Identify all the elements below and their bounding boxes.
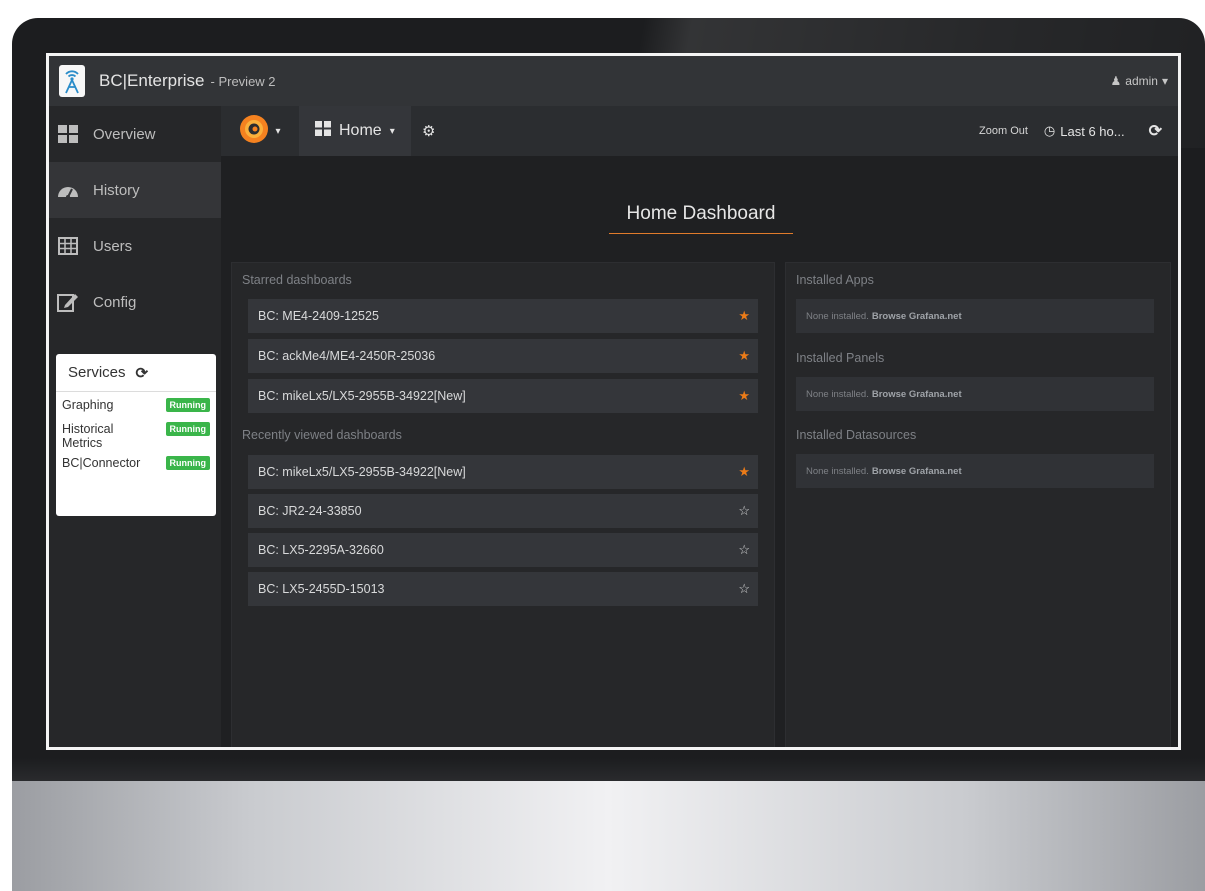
dashboard-name: BC: ackMe4/ME4-2450R-25036 xyxy=(258,349,436,363)
star-outline-icon[interactable]: ☆ xyxy=(738,581,750,597)
home-label: Home xyxy=(339,122,382,139)
zoom-out-button[interactable]: Zoom Out xyxy=(979,125,1028,137)
browse-grafana-link[interactable]: Browse Grafana.net xyxy=(872,311,962,322)
status-badge: Running xyxy=(165,422,210,436)
app-topbar: BC|Enterprise - Preview 2 ♟ admin ▾ xyxy=(49,56,1178,106)
user-menu[interactable]: ♟ admin ▾ xyxy=(1111,74,1168,88)
dashboard-main: Home Dashboard Starred dashboards BC: ME… xyxy=(221,156,1178,747)
user-icon: ♟ xyxy=(1110,74,1122,88)
dashboard-link[interactable]: BC: ME4-2409-12525 ★ xyxy=(248,299,758,333)
plugins-panel: Installed Apps None installed. Browse Gr… xyxy=(785,262,1171,747)
grafana-menu-button[interactable]: ▾ xyxy=(221,106,299,156)
dashboard-name: BC: mikeLx5/LX5-2955B-34922[New] xyxy=(258,465,466,479)
status-badge: Running xyxy=(165,456,210,470)
monitor-chin xyxy=(12,781,1205,891)
sidebar-item-history[interactable]: History xyxy=(49,162,221,218)
dashboard-gauge-icon xyxy=(57,179,79,201)
dashboard-link[interactable]: BC: mikeLx5/LX5-2955B-34922[New] ★ xyxy=(248,455,758,489)
service-row: Graphing Running xyxy=(56,392,216,416)
home-dashboard-picker[interactable]: Home ▾ xyxy=(299,106,411,156)
star-filled-icon[interactable]: ★ xyxy=(738,308,750,324)
star-filled-icon[interactable]: ★ xyxy=(738,388,750,404)
sidebar-item-label: History xyxy=(93,181,140,199)
dashboard-link[interactable]: BC: LX5-2455D-15013 ☆ xyxy=(248,572,758,606)
service-name: BC|Connector xyxy=(62,456,141,470)
sidebar-item-overview[interactable]: Overview xyxy=(49,106,221,162)
service-row: Historical Metrics Running xyxy=(56,416,210,450)
star-filled-icon[interactable]: ★ xyxy=(738,348,750,364)
page-title: Home Dashboard xyxy=(609,203,793,234)
caret-down-icon: ▾ xyxy=(275,125,281,137)
dashboard-link[interactable]: BC: mikeLx5/LX5-2955B-34922[New] ★ xyxy=(248,379,758,413)
time-range-picker[interactable]: ◷ Last 6 ho... xyxy=(1044,123,1125,139)
dashboard-navbar: ▾ Home ▾ ⚙ Zoom Out ◷ Last 6 ho... ⟳ xyxy=(221,106,1178,156)
installed-apps-row: None installed. Browse Grafana.net xyxy=(796,299,1154,333)
app-subtitle: - Preview 2 xyxy=(210,73,276,89)
dashboard-name: BC: ME4-2409-12525 xyxy=(258,309,379,323)
star-outline-icon[interactable]: ☆ xyxy=(738,503,750,519)
time-range-label: Last 6 ho... xyxy=(1060,123,1125,139)
dashboard-link[interactable]: BC: JR2-24-33850 ☆ xyxy=(248,494,758,528)
installed-panels-label: Installed Panels xyxy=(796,351,885,365)
services-header: Services ⟳ xyxy=(56,354,216,392)
edit-icon xyxy=(57,291,79,313)
installed-panels-row: None installed. Browse Grafana.net xyxy=(796,377,1154,411)
star-filled-icon[interactable]: ★ xyxy=(738,464,750,480)
star-outline-icon[interactable]: ☆ xyxy=(738,542,750,558)
dashboard-link[interactable]: BC: LX5-2295A-32660 ☆ xyxy=(248,533,758,567)
clock-icon: ◷ xyxy=(1043,123,1056,138)
refresh-icon[interactable]: ⟳ xyxy=(136,364,149,382)
none-installed-text: None installed. xyxy=(806,388,869,400)
installed-apps-label: Installed Apps xyxy=(796,273,874,287)
table-icon xyxy=(57,235,79,257)
browse-grafana-link[interactable]: Browse Grafana.net xyxy=(872,466,962,477)
dashboard-name: BC: JR2-24-33850 xyxy=(258,504,362,518)
dashboard-link[interactable]: BC: ackMe4/ME4-2450R-25036 ★ xyxy=(248,339,758,373)
browse-grafana-link[interactable]: Browse Grafana.net xyxy=(872,389,962,400)
service-name: Graphing xyxy=(62,398,114,412)
dashboard-name: BC: LX5-2295A-32660 xyxy=(258,543,384,557)
user-name: admin xyxy=(1125,74,1158,88)
status-badge: Running xyxy=(165,398,210,412)
refresh-icon[interactable]: ⟳ xyxy=(1149,121,1162,141)
services-title: Services xyxy=(68,364,126,381)
sidebar-item-label: Config xyxy=(93,293,137,311)
none-installed-text: None installed. xyxy=(806,465,869,477)
sidebar-item-label: Users xyxy=(93,237,133,255)
sidebar-item-users[interactable]: Users xyxy=(49,218,221,274)
starred-section-label: Starred dashboards xyxy=(242,273,352,287)
grid-icon xyxy=(315,121,331,141)
monitor-screen: BC|Enterprise - Preview 2 ♟ admin ▾ Over… xyxy=(46,53,1181,750)
wifi-tower-logo-icon xyxy=(59,65,85,97)
caret-down-icon: ▾ xyxy=(389,125,395,137)
none-installed-text: None installed. xyxy=(806,310,869,322)
dashboard-name: BC: mikeLx5/LX5-2955B-34922[New] xyxy=(258,389,466,403)
installed-datasources-label: Installed Datasources xyxy=(796,428,917,442)
service-row: BC|Connector Running xyxy=(56,450,216,474)
caret-down-icon: ▾ xyxy=(1161,74,1168,88)
sidebar: Overview History Users Config Services ⟳ xyxy=(49,106,221,747)
grafana-logo-icon xyxy=(239,114,269,149)
installed-datasources-row: None installed. Browse Grafana.net xyxy=(796,454,1154,488)
sidebar-item-config[interactable]: Config xyxy=(49,274,221,330)
app-title: BC|Enterprise xyxy=(99,71,205,90)
sidebar-item-label: Overview xyxy=(93,125,156,143)
recent-section-label: Recently viewed dashboards xyxy=(242,428,402,442)
gear-icon[interactable]: ⚙ xyxy=(411,106,447,156)
dashboard-name: BC: LX5-2455D-15013 xyxy=(258,582,385,596)
monitor-chin-shadow xyxy=(12,758,1205,782)
grid-icon xyxy=(57,123,79,145)
services-panel: Services ⟳ Graphing Running Historical M… xyxy=(56,354,216,516)
service-name: Historical Metrics xyxy=(62,422,114,450)
dashboard-list-panel: Starred dashboards BC: ME4-2409-12525 ★ … xyxy=(231,262,775,747)
